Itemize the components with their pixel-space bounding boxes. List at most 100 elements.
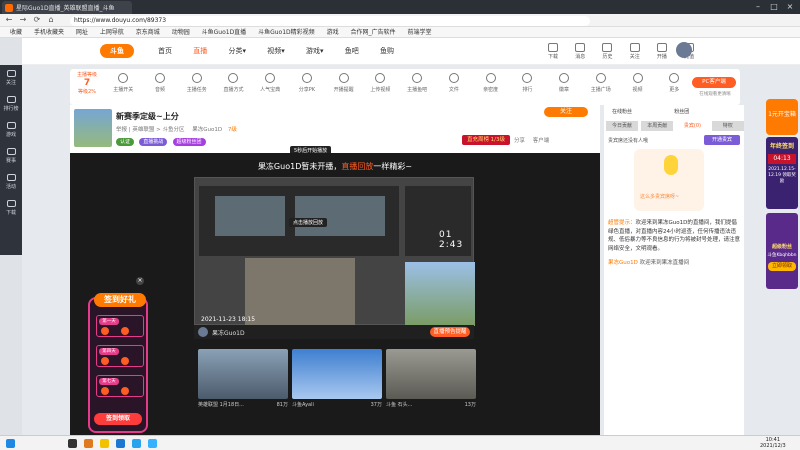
badge-fanclub[interactable]: 超级粉丝团: [172, 138, 206, 146]
dock-item[interactable]: 游戏: [0, 117, 22, 143]
douyu-logo[interactable]: 斗鱼: [100, 44, 134, 58]
download-button[interactable]: 下载: [542, 43, 564, 60]
settings-icon[interactable]: [148, 439, 157, 448]
tool-item[interactable]: 主播广场: [584, 73, 619, 93]
badge-verified[interactable]: 认证: [116, 138, 135, 146]
replay-link[interactable]: 直播回放: [341, 162, 373, 171]
edge-icon[interactable]: [116, 439, 125, 448]
tab-week[interactable]: 本周贡献: [641, 121, 674, 131]
reload-icon[interactable]: ⟳: [32, 15, 42, 25]
promo-box[interactable]: 1元开宝箱: [766, 99, 798, 135]
promo-claim-button[interactable]: 立即领取: [768, 262, 796, 271]
go-live-button[interactable]: 开播: [651, 43, 673, 60]
tool-item[interactable]: 视频: [620, 73, 655, 93]
user-avatar[interactable]: [676, 42, 692, 58]
recommend-thumb[interactable]: 斗鱼Ayali 37万: [292, 349, 382, 413]
back-icon[interactable]: ←: [4, 15, 14, 25]
badge-challenge[interactable]: 直播挑战: [139, 138, 168, 146]
bookmark-item[interactable]: 前端学堂: [407, 27, 431, 38]
open-vip-button[interactable]: 开通贵宾: [704, 135, 740, 145]
browser-tab[interactable]: 星际Guo1D直播_英雄联盟直播_斗鱼: [2, 1, 132, 14]
forward-icon[interactable]: →: [18, 15, 28, 25]
tab-today[interactable]: 今日贡献: [606, 121, 638, 131]
app-icon[interactable]: [132, 439, 141, 448]
replay-streamer[interactable]: 果冻Guo1D: [212, 328, 245, 337]
bookmark-item[interactable]: 手机收藏夹: [34, 27, 64, 38]
maximize-icon[interactable]: □: [768, 2, 780, 12]
tab-vip[interactable]: 贵宾(0): [676, 121, 709, 131]
nav-live[interactable]: 直播: [193, 46, 207, 56]
tool-item[interactable]: 人气宝典: [253, 73, 288, 93]
bookmark-item[interactable]: 斗鱼Guo1D精彩视频: [258, 27, 315, 38]
room-cover[interactable]: [74, 109, 112, 147]
gift-claim-button[interactable]: 签到领取: [94, 413, 142, 425]
bookmark-item[interactable]: 合作网_广告软件: [351, 27, 396, 38]
video-player[interactable]: 果冻Guo1D暂未开播，直播回放一样精彩~ 点击播放回放 01 2:43 202…: [70, 153, 600, 435]
tool-item[interactable]: 音频: [143, 73, 178, 93]
dock-item[interactable]: 排行榜: [0, 91, 22, 117]
dock-item[interactable]: 下载: [0, 195, 22, 221]
nav-yugou[interactable]: 鱼购: [380, 46, 394, 56]
home-icon[interactable]: ⌂: [46, 15, 56, 25]
streamer-name[interactable]: 果冻Guo1D: [192, 127, 222, 133]
nav-video[interactable]: 视频▾: [267, 46, 285, 56]
folder-icon[interactable]: [100, 439, 109, 448]
tool-item[interactable]: 直播方式: [216, 73, 251, 93]
bookmark-item[interactable]: 斗鱼Guo1D直播: [202, 27, 247, 38]
tool-item[interactable]: 文件: [437, 73, 472, 93]
tab-privilege[interactable]: 特权: [711, 121, 744, 131]
follow-button[interactable]: 关注: [544, 107, 588, 117]
room-category[interactable]: 举报 | 英雄联盟 > 斗鱼分区: [116, 127, 184, 133]
tool-item[interactable]: 上传视频: [363, 73, 398, 93]
dock-item[interactable]: 关注: [0, 65, 22, 91]
replay-screen[interactable]: 点击播放回放 01 2:43 2021-11-23 18:15: [194, 177, 475, 326]
nav-category[interactable]: 分类▾: [228, 46, 246, 56]
obs-icon[interactable]: [68, 439, 77, 448]
bookmark-item[interactable]: 动物园: [172, 27, 190, 38]
url-input[interactable]: https://www.douyu.com/89373: [70, 16, 590, 26]
gift-close-icon[interactable]: ×: [136, 277, 144, 285]
anchor-level[interactable]: 主播等级 7 等级2%: [72, 71, 102, 95]
minimize-icon[interactable]: –: [752, 2, 764, 12]
tool-item[interactable]: 更多: [657, 73, 692, 93]
promo-superfan[interactable]: 超级粉丝 斗鱼Kbqhbbn 立即领取: [766, 213, 798, 289]
reminder-button[interactable]: 直播预告提醒: [430, 327, 470, 337]
promo-checkin[interactable]: 年终签到 04:13 2021.12.15-12.19 领取奖励: [766, 137, 798, 209]
dock-item[interactable]: 赛事: [0, 143, 22, 169]
bookmark-item[interactable]: 网址: [76, 27, 88, 38]
system-clock[interactable]: 10:41 2021/12/3: [760, 437, 786, 449]
chat-user[interactable]: 果冻Guo1D: [608, 260, 638, 266]
rank-badge[interactable]: 直充周榜 1/3级: [462, 135, 510, 145]
pc-client-button[interactable]: PC客户端: [692, 77, 736, 88]
follow-list-button[interactable]: 关注: [624, 43, 646, 60]
windows-start-icon[interactable]: [6, 439, 15, 448]
bookmark-item[interactable]: 收藏: [10, 27, 22, 38]
tool-item[interactable]: 分享PK: [290, 73, 325, 93]
bookmark-item[interactable]: 上网导航: [100, 27, 124, 38]
nav-game[interactable]: 游戏▾: [306, 46, 324, 56]
online-fans[interactable]: 在线粉丝: [612, 108, 632, 115]
chat-user[interactable]: 超管提示：: [608, 220, 636, 226]
tool-item[interactable]: 主播开关: [106, 73, 141, 93]
messages-button[interactable]: 消息: [569, 43, 591, 60]
tool-item[interactable]: 排行: [510, 73, 545, 93]
client-button[interactable]: 客户端: [533, 138, 550, 144]
tool-item[interactable]: 亲密度: [473, 73, 508, 93]
nav-yuba[interactable]: 鱼吧: [345, 46, 359, 56]
bookmark-item[interactable]: 京东商城: [136, 27, 160, 38]
recommend-thumb[interactable]: 英雄联盟 1月18日... 81万: [198, 349, 288, 413]
close-window-icon[interactable]: ×: [784, 2, 796, 12]
tool-item[interactable]: 徽章: [547, 73, 582, 93]
fan-club[interactable]: 粉丝团: [674, 108, 689, 115]
recommend-thumb[interactable]: 斗鱼 石头... 13万: [386, 349, 476, 413]
browser-icon[interactable]: [84, 439, 93, 448]
tool-item[interactable]: 主播任务: [179, 73, 214, 93]
bookmark-item[interactable]: 游戏: [327, 27, 339, 38]
dock-item[interactable]: 活动: [0, 169, 22, 195]
streamer-avatar[interactable]: [198, 327, 208, 337]
share-button[interactable]: 分享: [514, 138, 525, 144]
tool-item[interactable]: 主播鱼吧: [400, 73, 435, 93]
tool-item[interactable]: 开播提醒: [326, 73, 361, 93]
history-button[interactable]: 历史: [596, 43, 618, 60]
nav-home[interactable]: 首页: [158, 46, 172, 56]
